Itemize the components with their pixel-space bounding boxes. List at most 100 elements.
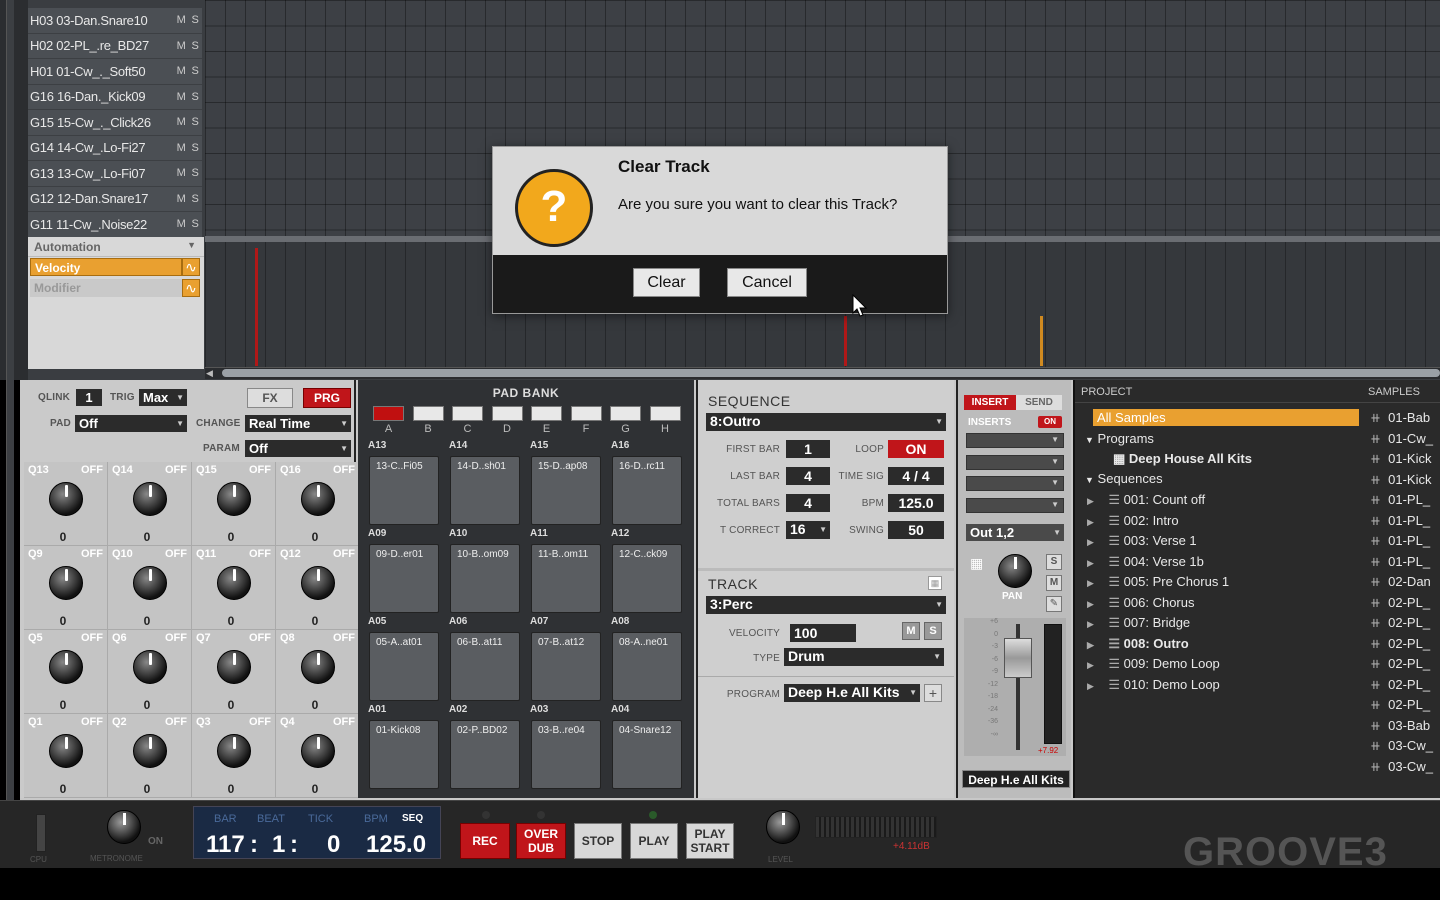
insert-tab[interactable]: INSERT [964, 395, 1016, 410]
prg-button[interactable]: PRG [303, 388, 351, 408]
stop-button[interactable]: STOP [574, 823, 622, 859]
clear-button[interactable]: Clear [633, 268, 700, 297]
track-mute[interactable]: M [174, 218, 188, 230]
track-mute[interactable]: M [174, 40, 188, 52]
qlink-knob-q1[interactable]: Q1 OFF 0 [24, 714, 108, 798]
trig-dropdown[interactable]: Max [139, 389, 187, 406]
insert-slot-1[interactable] [966, 433, 1064, 448]
pad-a08[interactable]: A08 08-A..ne01 [611, 616, 682, 701]
track-row[interactable]: H03 03-Dan.Snare10 M S [28, 8, 202, 34]
inserts-on-toggle[interactable]: ON [1038, 416, 1062, 428]
pad-a10[interactable]: A10 10-B..om09 [449, 528, 520, 613]
track-row[interactable]: G14 14-Cw_.Lo-Fi27 M S [28, 136, 202, 161]
track-mute[interactable]: M [174, 193, 188, 205]
automation-header[interactable]: Automation ▼ [28, 237, 204, 257]
pad-a13[interactable]: A13 13-C..Fi05 [368, 440, 439, 525]
sample-item[interactable]: ⧺ 01-Bab [1370, 410, 1430, 426]
qlink-knob-q8[interactable]: Q8 OFF 0 [276, 630, 360, 714]
pad-dropdown[interactable]: Off [75, 415, 187, 432]
track-solo[interactable]: S [188, 65, 202, 77]
mute-button[interactable]: M [1046, 575, 1062, 591]
knob[interactable] [133, 650, 167, 684]
fx-button[interactable]: FX [247, 388, 293, 408]
solo-button[interactable]: S [1046, 554, 1062, 570]
qlink-knob-q4[interactable]: Q4 OFF 0 [276, 714, 360, 798]
qlink-knob-q12[interactable]: Q12 OFF 0 [276, 546, 360, 630]
pad-a02[interactable]: A02 02-P..BD02 [449, 704, 520, 789]
track-row[interactable]: G13 13-Cw_.Lo-Fi07 M S [28, 161, 202, 187]
sequence-item[interactable]: ▶ ☰ 009: Demo Loop [1087, 656, 1220, 672]
qlink-knob-q14[interactable]: Q14 OFF 0 [108, 462, 192, 546]
sequence-dropdown[interactable]: 8:Outro [706, 413, 946, 431]
track-solo[interactable]: S [188, 14, 202, 26]
change-dropdown[interactable]: Real Time [245, 415, 351, 432]
scroll-left-icon[interactable]: ◀ [206, 368, 213, 379]
qlink-knob-q15[interactable]: Q15 OFF 0 [192, 462, 276, 546]
track-solo[interactable]: S [188, 193, 202, 205]
qlink-knob-q13[interactable]: Q13 OFF 0 [24, 462, 108, 546]
time-sig-value[interactable]: 4 / 4 [888, 467, 944, 485]
track-solo[interactable]: S [188, 142, 202, 154]
knob[interactable] [49, 482, 83, 516]
automation-option-modifier[interactable]: Modifier [30, 279, 182, 297]
wave-icon[interactable]: ∿ [182, 258, 200, 276]
pad-a04[interactable]: A04 04-Snare12 [611, 704, 682, 789]
play-start-button[interactable]: PLAY START [686, 823, 734, 859]
qlink-knob-q9[interactable]: Q9 OFF 0 [24, 546, 108, 630]
volume-fader[interactable] [1004, 638, 1032, 678]
pad-a03[interactable]: A03 03-B..re04 [530, 704, 601, 789]
track-dropdown[interactable]: 3:Perc [706, 596, 946, 614]
track-mute[interactable]: M [174, 142, 188, 154]
last-bar-value[interactable]: 4 [786, 467, 830, 485]
channel-name[interactable]: Deep H.e All Kits [962, 770, 1070, 788]
track-row[interactable]: H01 01-Cw_._Soft50 M S [28, 59, 202, 85]
insert-slot-2[interactable] [966, 455, 1064, 470]
track-row[interactable]: G11 11-Cw_.Noise22 M S [28, 212, 202, 238]
bpm-value[interactable]: 125.0 [888, 494, 944, 512]
qlink-knob-q2[interactable]: Q2 OFF 0 [108, 714, 192, 798]
track-solo-button[interactable]: S [924, 622, 942, 640]
pad-a01[interactable]: A01 01-Kick08 [368, 704, 439, 789]
sample-item[interactable]: ⧺ 01-Cw_ [1370, 431, 1433, 447]
track-row[interactable]: G16 16-Dan._Kick09 M S [28, 85, 202, 110]
sample-item[interactable]: ⧺ 03-Cw_ [1370, 738, 1433, 754]
programs-folder[interactable]: ▼ Programs [1085, 431, 1154, 446]
track-solo[interactable]: S [188, 40, 202, 52]
sequence-item[interactable]: ▶ ☰ 008: Outro [1087, 636, 1189, 652]
cancel-button[interactable]: Cancel [727, 268, 807, 297]
qlink-knob-q10[interactable]: Q10 OFF 0 [108, 546, 192, 630]
play-button[interactable]: PLAY [630, 823, 678, 859]
pad-a15[interactable]: A15 15-D..ap08 [530, 440, 601, 525]
sample-item[interactable]: ⧺ 02-PL_ [1370, 677, 1430, 693]
knob[interactable] [49, 650, 83, 684]
track-mute[interactable]: M [174, 91, 188, 103]
knob[interactable] [217, 650, 251, 684]
pad-a14[interactable]: A14 14-D..sh01 [449, 440, 520, 525]
sequences-folder[interactable]: ▼ Sequences [1085, 471, 1163, 486]
qlink-knob-q3[interactable]: Q3 OFF 0 [192, 714, 276, 798]
velocity-marker[interactable] [255, 248, 258, 366]
sample-item[interactable]: ⧺ 01-PL_ [1370, 513, 1430, 529]
program-item[interactable]: ▦ Deep House All Kits [1113, 451, 1252, 467]
qlink-knob-q16[interactable]: Q16 OFF 0 [276, 462, 360, 546]
insert-slot-3[interactable] [966, 476, 1064, 491]
bank-button-g[interactable] [610, 406, 641, 421]
program-dropdown[interactable]: Deep H.e All Kits [784, 684, 920, 702]
sequence-item[interactable]: ▶ ☰ 010: Demo Loop [1087, 677, 1220, 693]
knob[interactable] [217, 734, 251, 768]
insert-slot-4[interactable] [966, 498, 1064, 513]
all-samples-item[interactable]: All Samples [1093, 409, 1359, 426]
knob[interactable] [301, 650, 335, 684]
sequence-item[interactable]: ▶ ☰ 001: Count off [1087, 492, 1205, 508]
knob[interactable] [217, 566, 251, 600]
bank-button-d[interactable] [491, 406, 523, 421]
first-bar-value[interactable]: 1 [786, 440, 830, 458]
track-solo[interactable]: S [188, 116, 202, 128]
sample-item[interactable]: ⧺ 02-Dan [1370, 574, 1431, 590]
knob[interactable] [133, 482, 167, 516]
bank-button-b[interactable] [412, 406, 444, 421]
knob[interactable] [133, 734, 167, 768]
vertical-scrollbar[interactable] [6, 0, 14, 800]
bank-button-e[interactable] [531, 406, 562, 421]
track-row[interactable]: G12 12-Dan.Snare17 M S [28, 187, 202, 212]
